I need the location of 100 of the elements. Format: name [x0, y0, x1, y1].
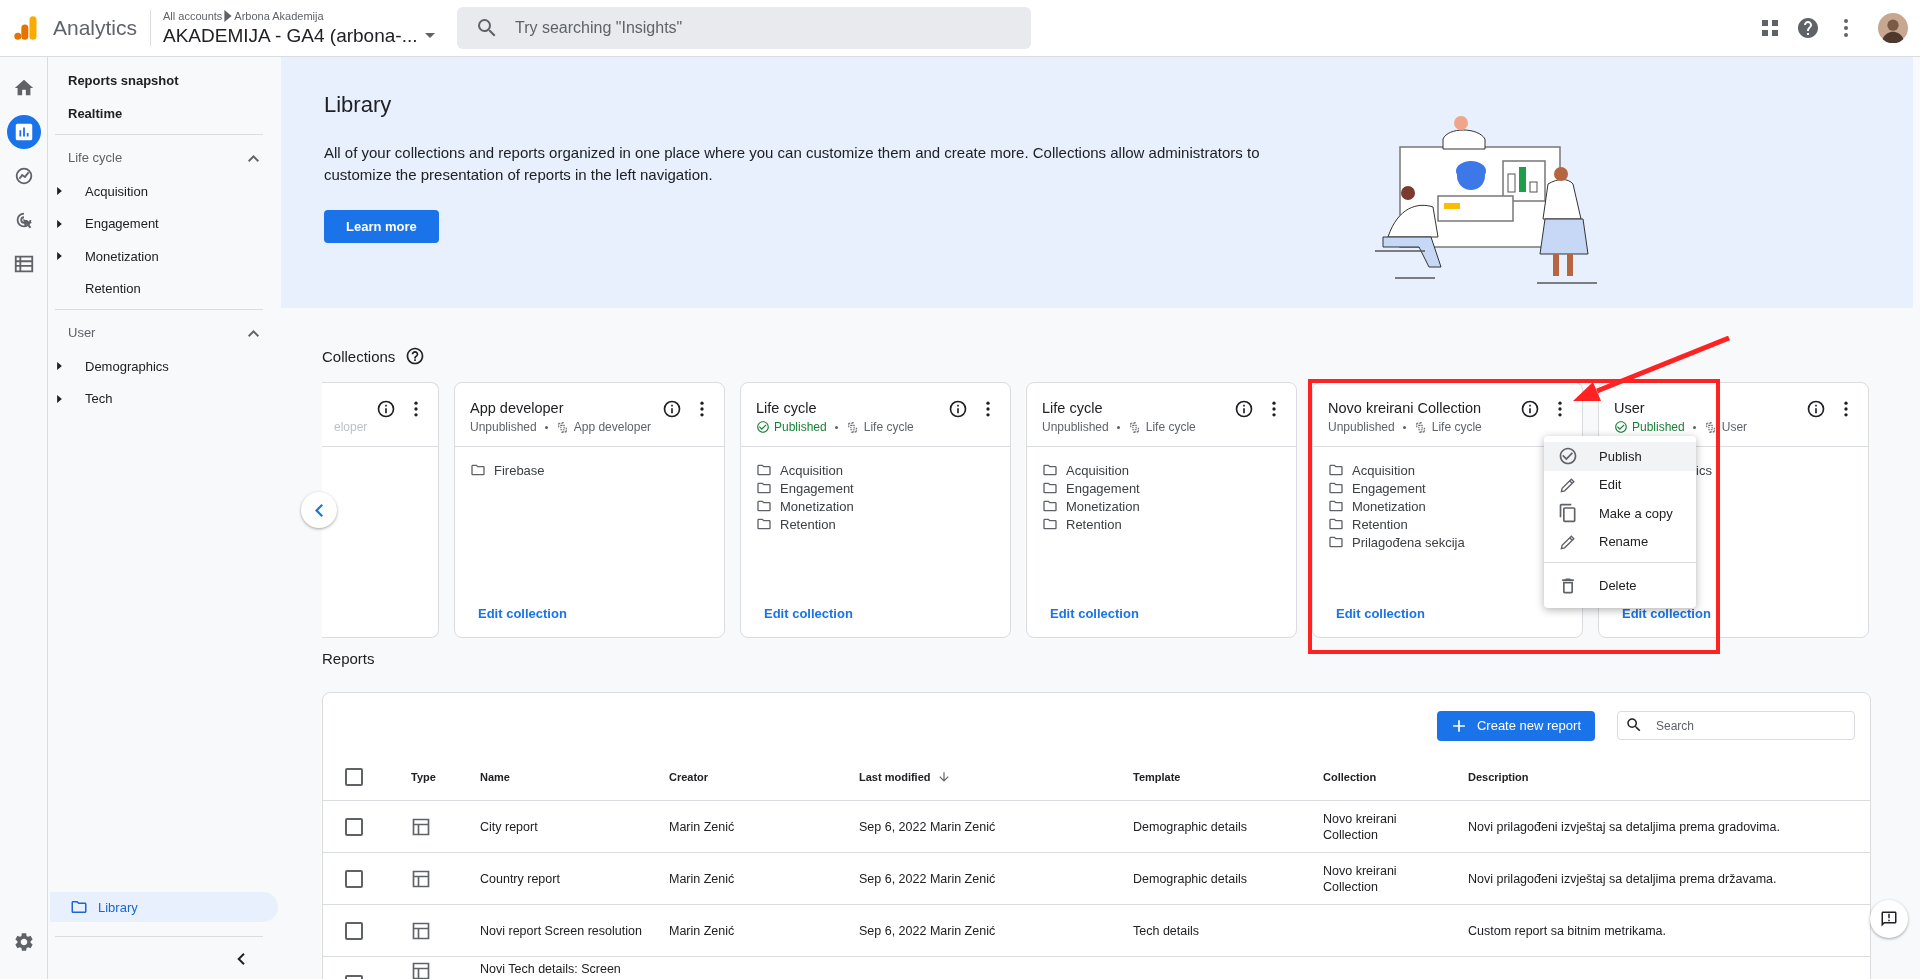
- previous-button[interactable]: [301, 492, 337, 528]
- edit-collection-link[interactable]: Edit collection: [1027, 606, 1296, 637]
- card-title: User: [1614, 399, 1646, 417]
- separator-dot: [544, 425, 548, 429]
- column-header: Collection: [1323, 769, 1377, 785]
- folder-name: Acquisition: [780, 462, 843, 478]
- table-cell: Novi prilagođeni izvještaj sa detaljima prema državama.: [1468, 870, 1777, 887]
- folder-name: Engagement: [780, 480, 854, 496]
- checkbox[interactable]: [345, 869, 363, 888]
- table-cell: Novi report Screen resolution: [480, 922, 642, 939]
- status-label: Published: [1614, 420, 1685, 434]
- folder-icon: [1042, 480, 1058, 496]
- dropdown-icon: [425, 33, 436, 38]
- folder-name: Retention: [1352, 516, 1408, 532]
- feedback-icon: [1880, 910, 1898, 928]
- section-title: User: [68, 324, 96, 340]
- help-icon[interactable]: [405, 346, 426, 366]
- folder-name: Acquisition: [1352, 462, 1415, 478]
- column-header: Type: [411, 769, 436, 785]
- chevron-icon[interactable]: [248, 155, 259, 162]
- card-title: App developer: [470, 399, 565, 417]
- checkbox[interactable]: [345, 921, 363, 940]
- folder-icon: [1328, 498, 1344, 514]
- source-label: Life cycle: [1431, 420, 1482, 434]
- nav-item[interactable]: Monetization: [55, 240, 263, 273]
- info-icon[interactable]: [1806, 399, 1826, 419]
- learn-more-button[interactable]: Learn more: [324, 210, 439, 243]
- column-header: Template: [1133, 769, 1181, 785]
- info-icon[interactable]: [376, 399, 396, 419]
- chevron-icon[interactable]: [248, 330, 259, 337]
- list-icon: [12, 253, 35, 275]
- library-nav-item[interactable]: Library: [50, 892, 278, 922]
- menu-item[interactable]: Make a copy: [1544, 499, 1696, 528]
- sync-icon: [845, 420, 859, 434]
- feedback-button[interactable]: [1870, 900, 1908, 938]
- folder-name: Retention: [780, 516, 836, 532]
- table-cell: Novi prilagođeni izvještaj sa detaljima prema gradovima.: [1468, 818, 1780, 835]
- menu-item[interactable]: Edit: [1544, 470, 1696, 499]
- settings-icon[interactable]: [12, 931, 35, 953]
- sync-icon: [1703, 420, 1717, 434]
- edit-collection-link[interactable]: Edit collection: [1313, 606, 1582, 637]
- folder-name: Firebase: [494, 462, 545, 478]
- menu-item[interactable]: Publish: [1544, 442, 1696, 471]
- table-icon: [411, 816, 431, 837]
- folder-name: Monetization: [780, 498, 854, 514]
- folder-name: Acquisition: [1066, 462, 1129, 478]
- folder-icon: [1328, 534, 1344, 550]
- rail-button[interactable]: [6, 115, 41, 149]
- nav-item[interactable]: Retention: [55, 272, 263, 305]
- folder-name: ics: [1696, 462, 1712, 478]
- sync-icon: [1127, 420, 1141, 434]
- folder-icon: [1042, 516, 1058, 532]
- info-icon[interactable]: [948, 399, 968, 419]
- section-title: Reports: [322, 649, 375, 667]
- edit-collection-link[interactable]: Edit collection: [741, 606, 1010, 637]
- collapse-icon[interactable]: [237, 953, 245, 965]
- nav-item[interactable]: Reports snapshot: [55, 64, 263, 97]
- nav-item[interactable]: Demographics: [55, 350, 263, 383]
- info-icon[interactable]: [1520, 399, 1540, 419]
- source-label: User: [1721, 420, 1748, 434]
- folder-icon: [756, 516, 772, 532]
- info-icon[interactable]: [1234, 399, 1254, 419]
- source-label: Life cycle: [1145, 420, 1196, 434]
- create-report-button[interactable]: Create new report: [1436, 710, 1595, 741]
- source-label: Life cycle: [863, 420, 914, 434]
- folder-icon: [1328, 480, 1344, 496]
- menu-item[interactable]: Delete: [1544, 562, 1696, 602]
- edit-collection-link[interactable]: Edit collection: [1599, 606, 1868, 637]
- search-field[interactable]: Try searching "Insights": [457, 7, 1031, 49]
- folder-icon: [470, 462, 486, 478]
- help-icon[interactable]: [1796, 16, 1820, 40]
- table-cell-text: Novo kreirani Collection: [1323, 862, 1398, 895]
- folder-name: Monetization: [1066, 498, 1140, 514]
- property-selector[interactable]: AKADEMIJA - GA4 (arbona-...: [163, 24, 454, 47]
- status-label: Unpublished: [1328, 420, 1395, 434]
- edit-collection-link[interactable]: Edit collection: [455, 606, 724, 637]
- folder-icon: [1042, 498, 1058, 514]
- checkbox[interactable]: [345, 767, 363, 786]
- folder-name: Prilagođena sekcija: [1352, 534, 1465, 550]
- nav-item[interactable]: Realtime: [55, 97, 263, 130]
- nav-item[interactable]: Tech: [55, 382, 263, 415]
- table-icon: [411, 920, 431, 941]
- card-title: Novo kreirani Collection: [1328, 399, 1482, 417]
- info-icon[interactable]: [662, 399, 682, 419]
- table-cell: Sep 6, 2022 Marin Zenić: [859, 922, 996, 939]
- folder-name: Engagement: [1352, 480, 1426, 496]
- nav-item[interactable]: Engagement: [55, 207, 263, 240]
- breadcrumb-link[interactable]: All accounts: [163, 9, 223, 22]
- banner-description: All of your collections and reports organized in one place where you can customize them and create more. Collections allow administrators to customize the presentation of reports in the left navigation.: [324, 143, 1261, 185]
- nav-item[interactable]: Acquisition: [55, 175, 263, 208]
- search-field[interactable]: Search: [1617, 711, 1855, 740]
- breadcrumb-link[interactable]: Arbona Akademija: [234, 9, 324, 22]
- table-cell: Marin Zenić: [669, 922, 735, 939]
- search-icon: [1625, 716, 1643, 734]
- table-cell: Demographic details: [1133, 870, 1247, 887]
- table-icon: [411, 961, 431, 979]
- menu-item[interactable]: Rename: [1544, 527, 1696, 556]
- avatar[interactable]: [1878, 13, 1908, 43]
- separator-dot: [1116, 425, 1120, 429]
- checkbox[interactable]: [345, 817, 363, 836]
